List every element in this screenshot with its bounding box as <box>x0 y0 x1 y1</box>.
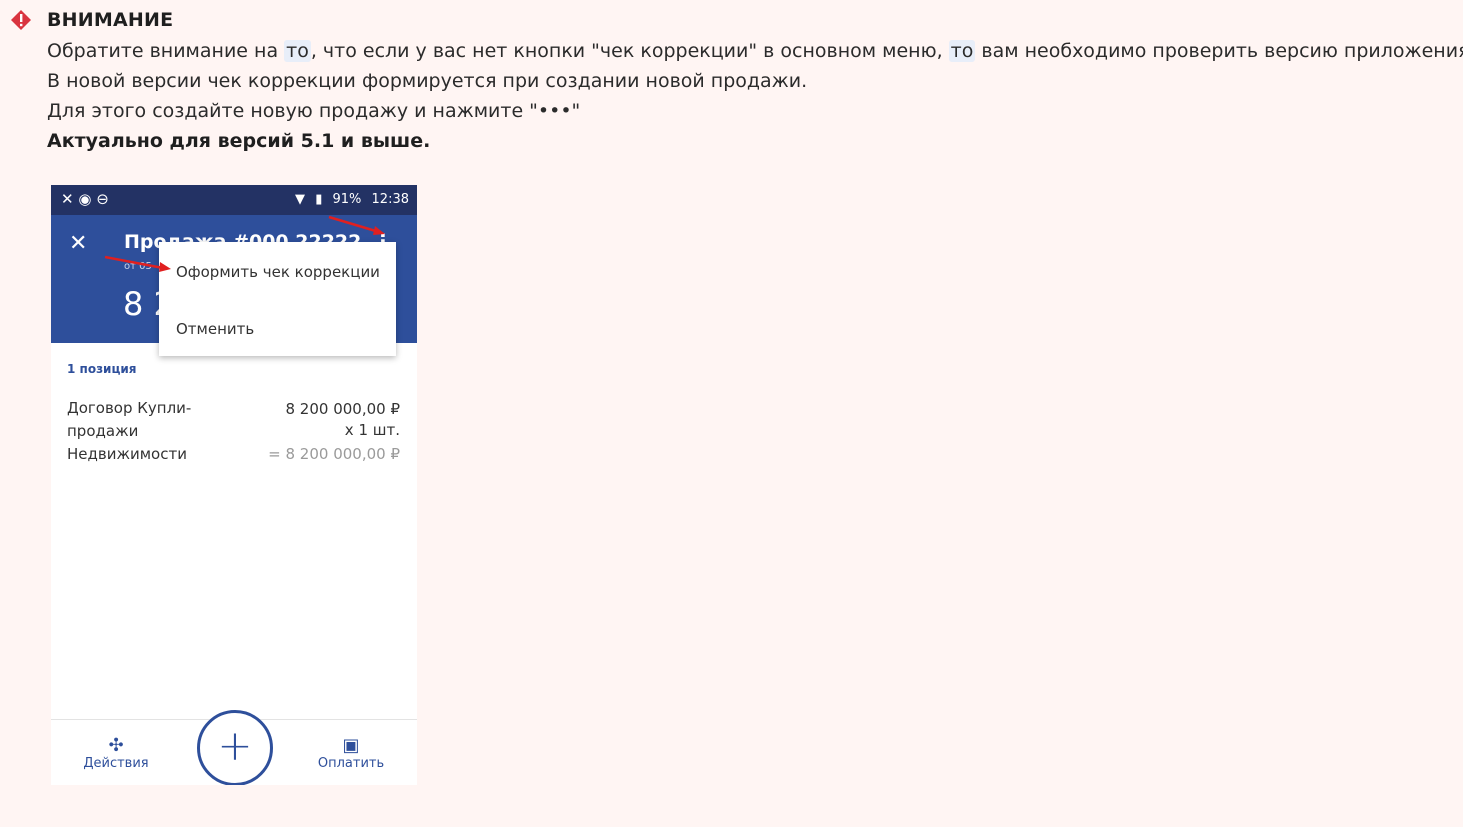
arrow-to-menu-item <box>104 255 164 270</box>
item-name[interactable]: Договор Купли-продажи Недвижимости <box>67 397 217 466</box>
highlight-word: то <box>284 40 311 62</box>
actions-button[interactable]: ✣ Действия <box>81 735 151 772</box>
callout-line-4: Актуально для версий 5.1 и выше. <box>47 130 431 152</box>
actions-label: Действия <box>83 756 149 771</box>
warning-callout: ВНИМАНИЕ Обратите внимание на то, что ес… <box>0 0 1463 827</box>
arrow-head <box>373 226 385 235</box>
arrow-to-more <box>328 215 380 234</box>
phone-screenshot: ✕ ◉ ⊖ ▼ ▮ 91% 12:38 ✕ Продажа #000 22222… <box>51 185 417 785</box>
callout-line-3: Для этого создайте новую продажу и нажми… <box>47 100 581 122</box>
item-total: = 8 200 000,00 ₽ <box>268 445 400 463</box>
item-quantity: x 1 шт. <box>344 421 400 439</box>
actions-icon: ✣ <box>108 735 124 756</box>
exclamation-icon <box>11 10 31 30</box>
callout-line-2: В новой версии чек коррекции формируется… <box>47 70 808 92</box>
item-price: 8 200 000,00 ₽ <box>285 400 400 418</box>
callout-title: ВНИМАНИЕ <box>47 9 174 31</box>
pay-label: Оплатить <box>317 756 385 771</box>
arrow-head <box>159 262 171 272</box>
positions-count: 1 позиция <box>67 362 137 376</box>
add-item-button[interactable]: + <box>197 710 273 785</box>
highlight-word: то <box>948 40 976 62</box>
annotation-arrows <box>104 215 385 272</box>
wallet-icon: ▣ <box>342 735 360 756</box>
pay-button[interactable]: ▣ Оплатить <box>316 735 386 772</box>
callout-line-1: Обратите внимание на то, что если у вас … <box>47 40 1463 62</box>
menu-item-cancel[interactable]: Отменить <box>176 320 254 338</box>
